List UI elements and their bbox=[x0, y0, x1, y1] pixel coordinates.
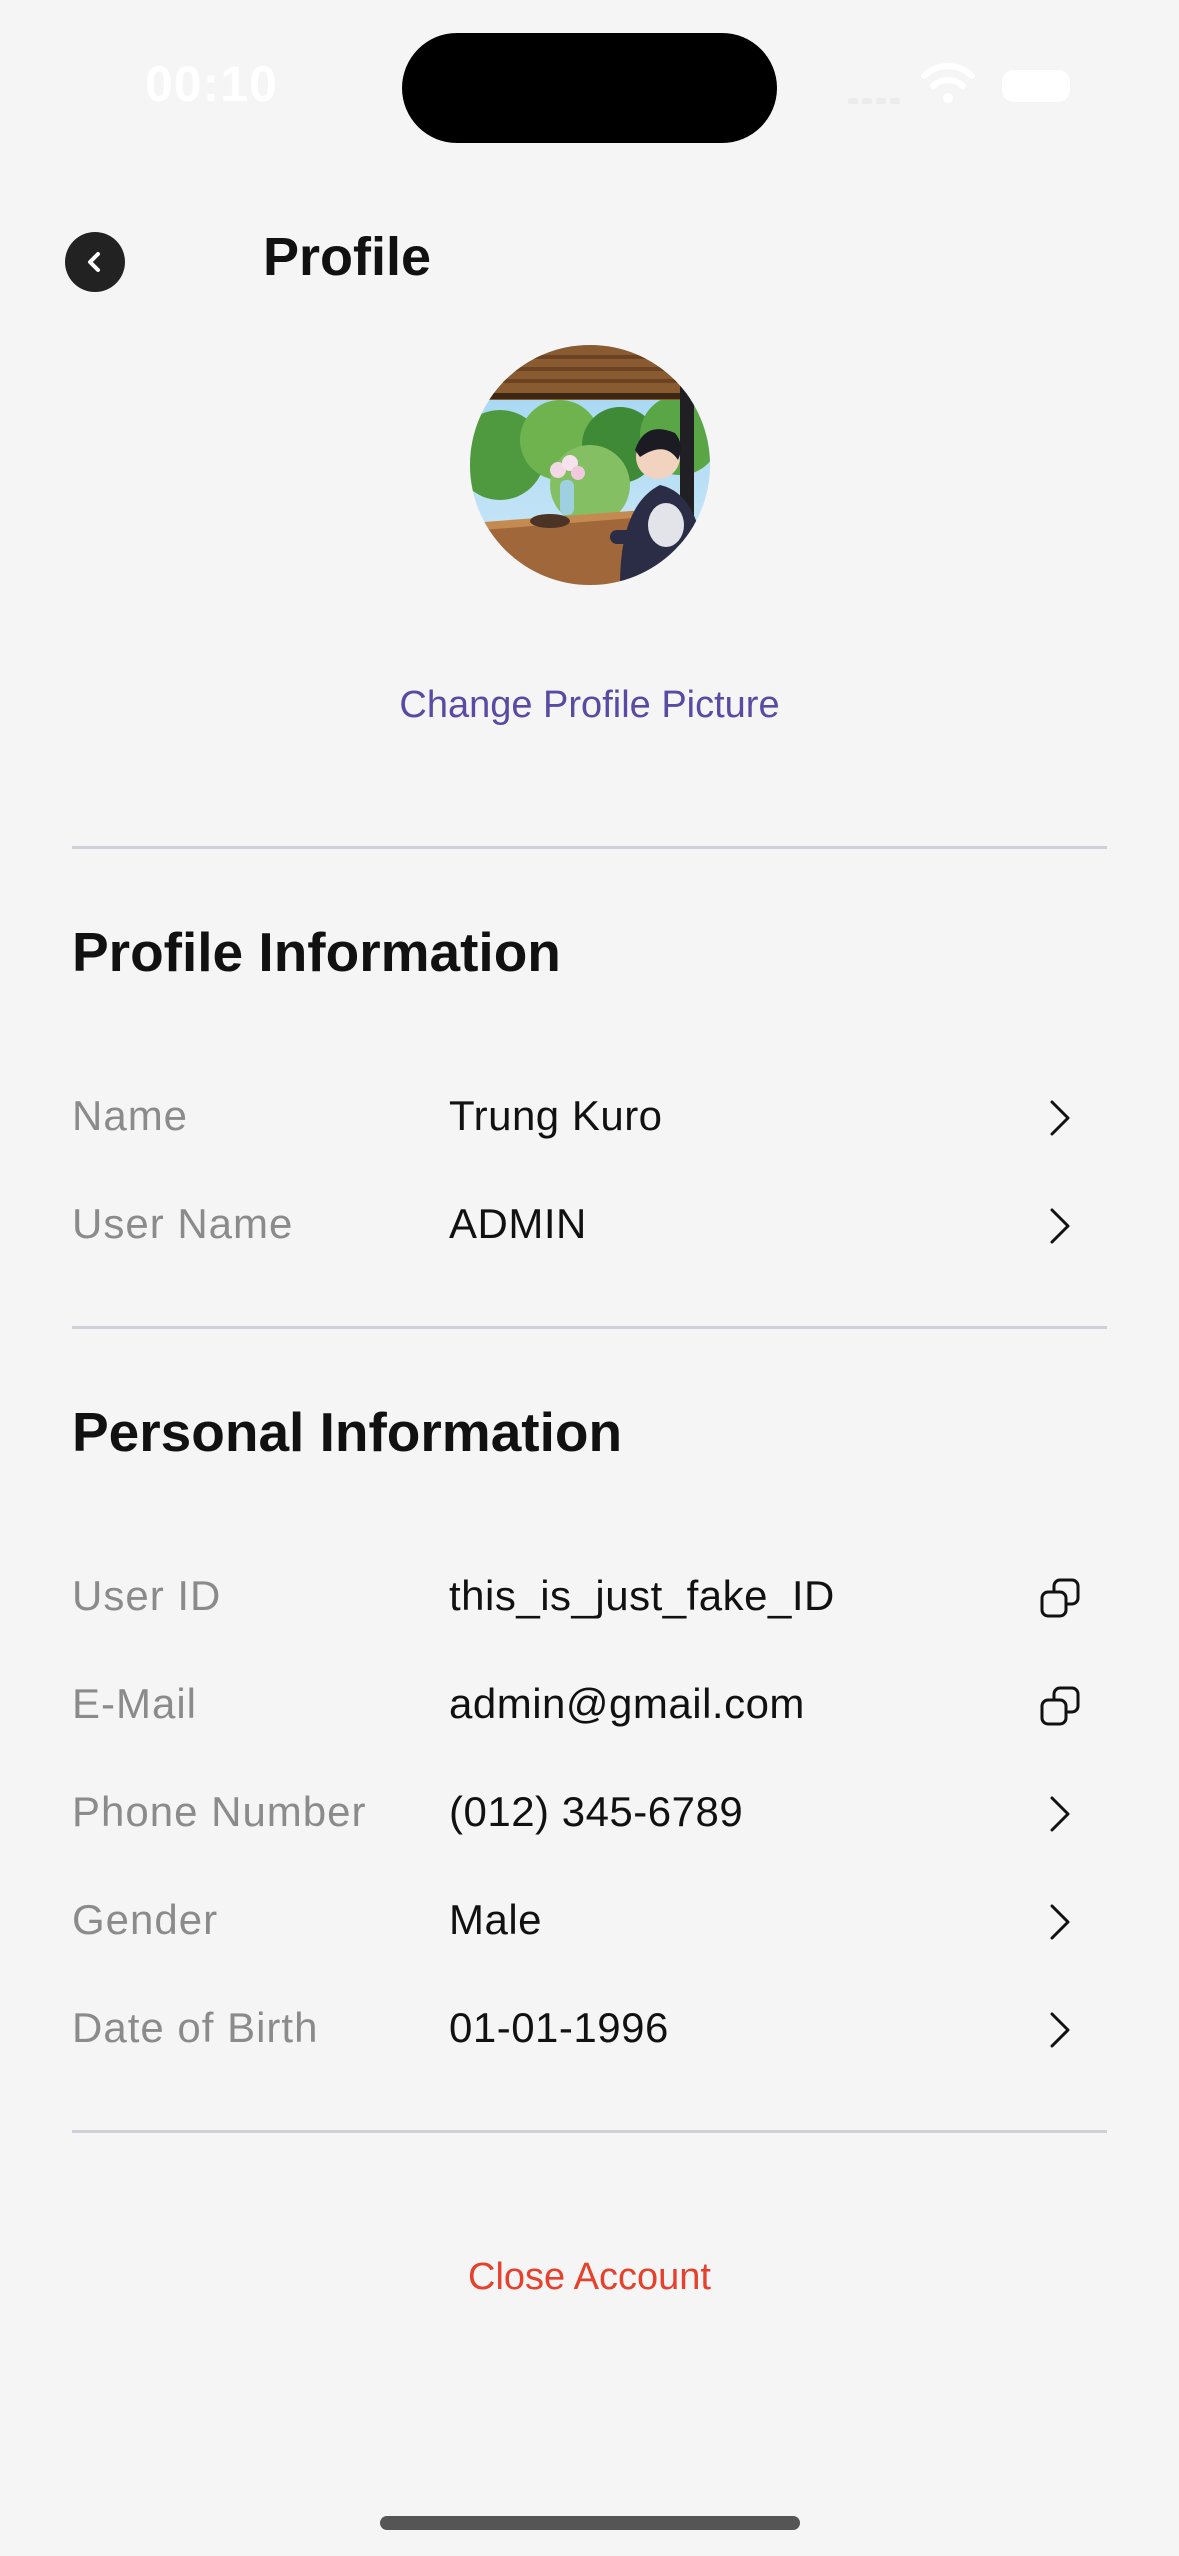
user-name-value[interactable]: ADMIN bbox=[449, 1200, 587, 1248]
signal-icon bbox=[848, 86, 906, 104]
date-of-birth-value[interactable]: 01-01-1996 bbox=[449, 2004, 669, 2052]
user-name-label: User Name bbox=[72, 1200, 294, 1247]
divider bbox=[72, 1326, 1107, 1329]
email-value: admin@gmail.com bbox=[449, 1680, 805, 1727]
home-indicator[interactable] bbox=[380, 2516, 800, 2530]
chevron-left-icon bbox=[88, 252, 100, 272]
name-label: Name bbox=[72, 1092, 189, 1139]
phone-number-value[interactable]: (012) 345-6789 bbox=[449, 1788, 743, 1836]
status-time: 00:10 bbox=[145, 56, 278, 112]
user-id-label: User ID bbox=[72, 1572, 222, 1619]
user-id-value: this_is_just_fake_ID bbox=[449, 1572, 835, 1619]
chevron-right-icon[interactable] bbox=[1030, 1196, 1090, 1256]
avatar[interactable] bbox=[470, 345, 710, 585]
change-profile-picture-link[interactable]: Change Profile Picture bbox=[0, 684, 1179, 727]
divider bbox=[72, 846, 1107, 849]
page-title: Profile bbox=[263, 227, 432, 287]
divider bbox=[72, 2130, 1107, 2133]
chevron-right-icon[interactable] bbox=[1030, 1784, 1090, 1844]
date-of-birth-label: Date of Birth bbox=[72, 2004, 319, 2051]
copy-icon[interactable] bbox=[1030, 1676, 1090, 1736]
battery-icon bbox=[1002, 70, 1070, 102]
personal-information-title: Personal Information bbox=[72, 1401, 623, 1463]
profile-information-title: Profile Information bbox=[72, 921, 561, 983]
gender-value[interactable]: Male bbox=[449, 1896, 542, 1944]
close-account-button[interactable]: Close Account bbox=[0, 2256, 1179, 2299]
chevron-right-icon[interactable] bbox=[1030, 2000, 1090, 2060]
phone-number-label: Phone Number bbox=[72, 1788, 367, 1835]
dynamic-island bbox=[402, 33, 777, 143]
copy-icon[interactable] bbox=[1030, 1568, 1090, 1628]
chevron-right-icon[interactable] bbox=[1030, 1892, 1090, 1952]
name-value[interactable]: Trung Kuro bbox=[449, 1092, 663, 1140]
back-button[interactable] bbox=[65, 232, 125, 292]
email-label: E-Mail bbox=[72, 1680, 198, 1727]
chevron-right-icon[interactable] bbox=[1030, 1088, 1090, 1148]
wifi-icon bbox=[920, 62, 976, 106]
gender-label: Gender bbox=[72, 1896, 219, 1943]
